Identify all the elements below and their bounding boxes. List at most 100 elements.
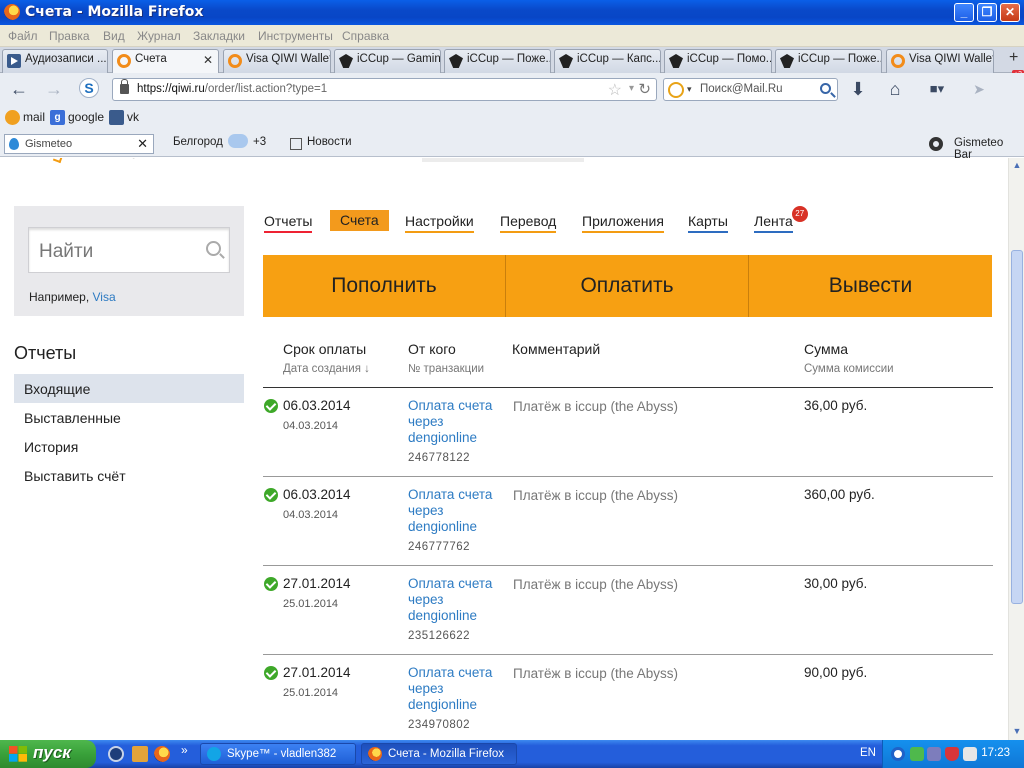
reload-icon[interactable]: ↻ — [638, 80, 651, 98]
tray-shield-icon[interactable] — [945, 747, 959, 761]
amount: 30,00 руб. — [804, 576, 868, 591]
tab-iccup-3[interactable]: iCCup — Помо... — [664, 49, 772, 73]
minimize-button[interactable]: _ — [954, 3, 974, 22]
tray-network-icon[interactable] — [910, 747, 924, 761]
firefox-icon — [368, 747, 382, 761]
search-input[interactable]: Найти — [28, 227, 230, 273]
scroll-down-icon[interactable]: ▼ — [1011, 726, 1023, 738]
sidebar-item-issued[interactable]: Выставленные — [14, 403, 244, 432]
sidebar-item-incoming[interactable]: Входящие — [14, 374, 244, 403]
search-engine-dropdown-icon[interactable]: ▾ — [687, 84, 692, 95]
new-tab-button[interactable]: + — [1009, 49, 1021, 67]
gismeteo-news[interactable]: Новости — [307, 136, 352, 148]
nav-settings[interactable]: Настройки — [405, 213, 474, 233]
pay-button[interactable]: Оплатить — [506, 255, 749, 317]
tab-label: iCCup — Поже... — [798, 53, 882, 65]
nav-transfer[interactable]: Перевод — [500, 213, 557, 233]
back-button[interactable]: ← — [8, 79, 30, 99]
tab-visa-qiwi[interactable]: Visa QIWI Wallet — [223, 49, 331, 73]
payer-link[interactable]: Оплата счета через dengionline — [408, 665, 508, 713]
url-text[interactable]: https://qiwi.ru/order/list.action?type=1 — [137, 83, 327, 95]
close-tab-icon[interactable]: ✕ — [203, 53, 213, 67]
gear-icon[interactable] — [929, 137, 943, 151]
menu-tools[interactable]: Инструменты — [258, 29, 333, 43]
video-icon[interactable]: ■▾ — [922, 79, 952, 99]
tab-audio[interactable]: Аудиозаписи ... — [2, 49, 108, 73]
history-dropdown-icon[interactable]: ▾ — [629, 83, 634, 94]
home-icon[interactable]: ⌂ — [884, 79, 906, 99]
example-link[interactable]: Visa — [93, 290, 116, 304]
media-player-icon[interactable] — [108, 746, 124, 762]
forward-button[interactable]: → — [43, 79, 65, 99]
start-button[interactable]: пуск — [0, 740, 96, 768]
send-icon[interactable]: ➤ — [968, 79, 990, 99]
tray-computer-icon[interactable] — [927, 747, 941, 761]
payer-link[interactable]: Оплата счета через dengionline — [408, 398, 508, 446]
created-date: 25.01.2014 — [283, 598, 339, 610]
taskbar-skype[interactable]: Skype™ - vladlen382 — [200, 743, 356, 765]
col-txn: № транзакции — [408, 363, 485, 375]
bookmark-vk[interactable]: vk — [109, 110, 139, 125]
gismeteo-temperature[interactable]: +3 — [253, 136, 266, 148]
search-engine-icon[interactable] — [668, 82, 684, 98]
menu-history[interactable]: Журнал — [137, 29, 181, 43]
url-bar[interactable]: https://qiwi.ru/order/list.action?type=1… — [112, 78, 657, 101]
gismeteo-city[interactable]: Белгород — [173, 136, 223, 148]
search-icon[interactable] — [820, 83, 831, 94]
header-divider — [263, 387, 993, 388]
tab-visa-qiwi-2[interactable]: Visa QIWI Wallet — [886, 49, 994, 73]
nav-apps[interactable]: Приложения — [582, 213, 664, 233]
tab-label: iCCup — Gamin... — [357, 53, 441, 65]
page-scrollbar[interactable]: ▲ ▼ — [1008, 158, 1024, 740]
search-bar[interactable]: ▾ Поиск@Mail.Ru — [663, 78, 838, 101]
taskbar-firefox[interactable]: Счета - Mozilla Firefox — [361, 743, 517, 765]
bookmark-star-icon[interactable]: ☆ — [608, 80, 622, 100]
sidebar-item-history[interactable]: История — [14, 432, 244, 461]
nav-cards[interactable]: Карты — [688, 213, 728, 233]
download-icon[interactable]: ⬇ — [847, 79, 869, 99]
bookmark-google[interactable]: g google — [50, 110, 104, 125]
nav-reports[interactable]: Отчеты — [264, 213, 313, 233]
created-date: 04.03.2014 — [283, 420, 339, 432]
search-placeholder: Поиск@Mail.Ru — [700, 83, 783, 95]
qiwi-logo[interactable]: POWERED BY QPS — [62, 158, 149, 159]
close-window-button[interactable]: ✕ — [1000, 3, 1020, 22]
firefox-quicklaunch-icon[interactable] — [154, 746, 170, 762]
quicklaunch-app-icon[interactable] — [132, 746, 148, 762]
tray-back-icon[interactable] — [891, 747, 905, 761]
tab-iccup-gaming[interactable]: iCCup — Gamin... — [334, 49, 441, 73]
withdraw-button[interactable]: Вывести — [749, 255, 992, 317]
payer-link[interactable]: Оплата счета через dengionline — [408, 487, 508, 535]
tab-iccup-4[interactable]: iCCup — Поже... — [775, 49, 882, 73]
skype-icon[interactable]: S — [79, 78, 99, 98]
menu-view[interactable]: Вид — [103, 29, 125, 43]
tray-volume-icon[interactable] — [963, 747, 977, 761]
maximize-button[interactable]: ❐ — [977, 3, 997, 22]
sidebar-item-create-invoice[interactable]: Выставить счёт — [14, 461, 244, 490]
paid-check-icon — [264, 666, 278, 680]
menu-bookmarks[interactable]: Закладки — [193, 29, 245, 43]
menu-help[interactable]: Справка — [342, 29, 389, 43]
nav-invoices[interactable]: Счета — [330, 210, 389, 231]
tab-iccup-2[interactable]: iCCup — Капс... — [554, 49, 661, 73]
col-due[interactable]: Срок оплаты — [283, 341, 366, 357]
topup-button[interactable]: Пополнить — [263, 255, 506, 317]
gismeteo-search[interactable]: Gismeteo ✕ — [4, 134, 154, 154]
scroll-thumb[interactable] — [1011, 250, 1023, 604]
gismeteo-clear-icon[interactable]: ✕ — [137, 136, 148, 152]
bookmark-mail[interactable]: mail — [5, 110, 45, 125]
quicklaunch-chevron-icon[interactable]: » — [181, 743, 188, 757]
menu-edit[interactable]: Правка — [49, 29, 90, 43]
search-icon[interactable] — [206, 241, 221, 256]
scroll-up-icon[interactable]: ▲ — [1011, 160, 1023, 172]
due-date: 27.01.2014 — [283, 665, 351, 680]
tab-iccup-1[interactable]: iCCup — Поже... — [444, 49, 551, 73]
col-created[interactable]: Дата создания ↓ — [283, 363, 370, 375]
nav-feed[interactable]: Лента 27 — [754, 206, 808, 233]
nav-feed-label: Лента — [754, 213, 793, 229]
payer-link[interactable]: Оплата счета через dengionline — [408, 576, 508, 624]
tab-scheta[interactable]: Счета ✕ — [112, 49, 219, 74]
menu-file[interactable]: Файл — [8, 29, 38, 43]
tab-bar: Аудиозаписи ... Счета ✕ Visa QIWI Wallet… — [0, 47, 1024, 74]
language-indicator[interactable]: EN — [860, 747, 876, 759]
